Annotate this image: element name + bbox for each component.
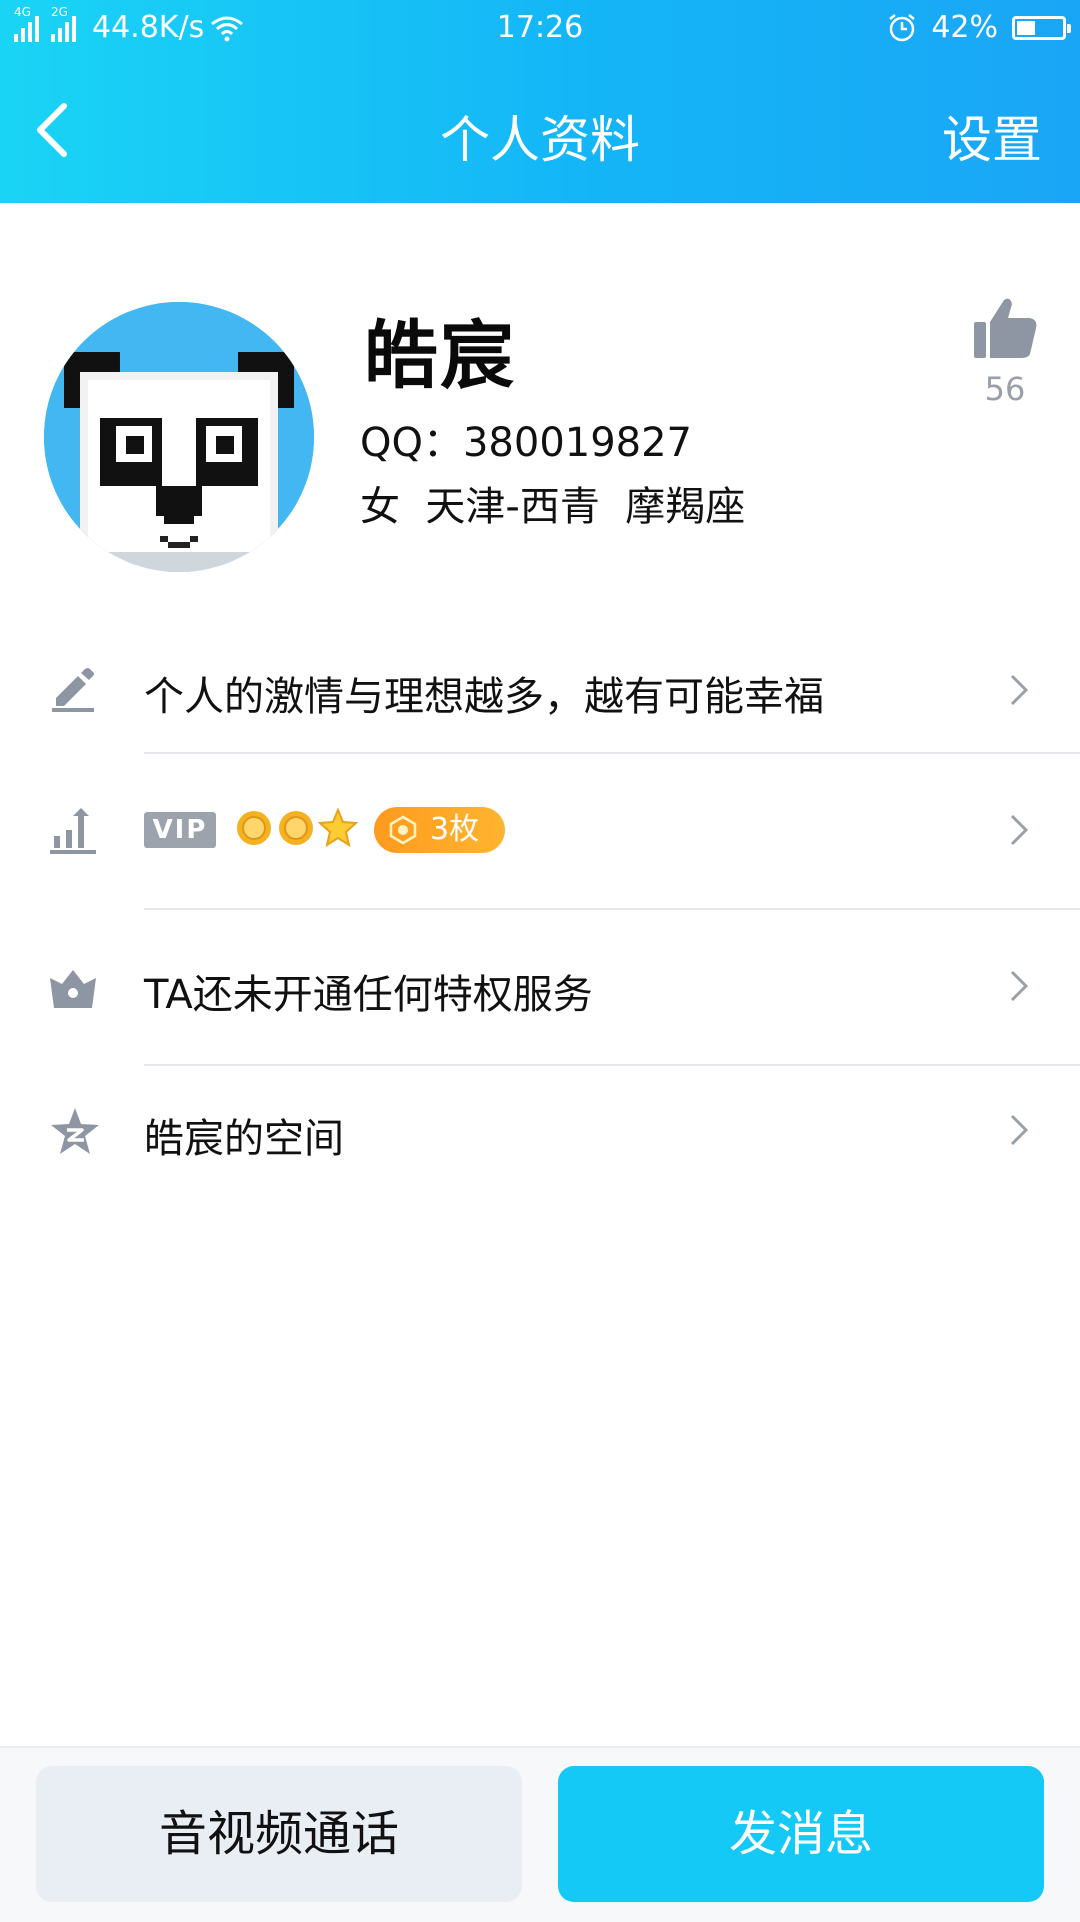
level-row[interactable]: VIP 3枚 — [0, 780, 1080, 880]
sun-level-icon — [237, 811, 271, 845]
privilege-text: TA还未开通任何特权服务 — [144, 972, 593, 1018]
divider — [144, 908, 1080, 910]
thumbs-up-icon — [974, 298, 1037, 358]
qzone-star-icon — [51, 1108, 99, 1154]
level-chart-icon — [50, 808, 96, 854]
panda-avatar-image — [44, 302, 314, 572]
status-bar: 4G 2G 44.8K/s 17:26 42% — [0, 0, 1080, 58]
chevron-right-icon — [1010, 970, 1029, 1002]
medal-count-badge[interactable]: 3枚 — [374, 807, 506, 853]
space-text: 皓宸的空间 — [144, 1116, 344, 1162]
medal-count-text: 3枚 — [430, 812, 480, 847]
status-right: 42% — [887, 10, 1071, 45]
divider — [144, 752, 1080, 754]
avatar[interactable] — [44, 302, 314, 572]
signature-text: 个人的激情与理想越多，越有可能幸福 — [144, 674, 824, 720]
video-call-button[interactable]: 音视频通话 — [36, 1766, 522, 1902]
like-count: 56 — [984, 370, 1026, 408]
crown-icon — [50, 970, 96, 1008]
signature-row[interactable]: 个人的激情与理想越多，越有可能幸福 — [0, 640, 1080, 740]
sun-level-icon-2 — [279, 811, 313, 845]
star-level-icon — [318, 808, 358, 848]
chevron-right-icon — [1010, 1114, 1029, 1146]
battery-percent: 42% — [931, 10, 998, 45]
qq-number: QQ：380019827 — [360, 420, 693, 466]
chevron-right-icon — [1010, 814, 1029, 846]
privilege-row[interactable]: TA还未开通任何特权服务 — [0, 936, 1080, 1036]
alarm-icon — [889, 13, 916, 41]
header: 4G 2G 44.8K/s 17:26 42% 个人资料 设置 — [0, 0, 1080, 203]
profile-name: 皓宸 — [364, 313, 516, 399]
divider — [144, 1064, 1080, 1066]
chevron-right-icon — [1010, 674, 1029, 706]
space-row[interactable]: 皓宸的空间 — [0, 1080, 1080, 1180]
settings-button[interactable]: 设置 — [942, 100, 1042, 172]
pen-icon — [52, 668, 94, 712]
battery-icon — [1012, 15, 1071, 40]
vip-badge: VIP — [144, 812, 216, 848]
send-message-button[interactable]: 发消息 — [558, 1766, 1044, 1902]
medal-icon — [389, 815, 417, 845]
profile-info: 女 天津-西青 摩羯座 — [360, 484, 746, 530]
nav-bar: 个人资料 设置 — [0, 58, 1080, 203]
like-button[interactable] — [970, 296, 1040, 366]
page-title: 个人资料 — [440, 111, 640, 169]
battery-fill — [1017, 20, 1035, 35]
